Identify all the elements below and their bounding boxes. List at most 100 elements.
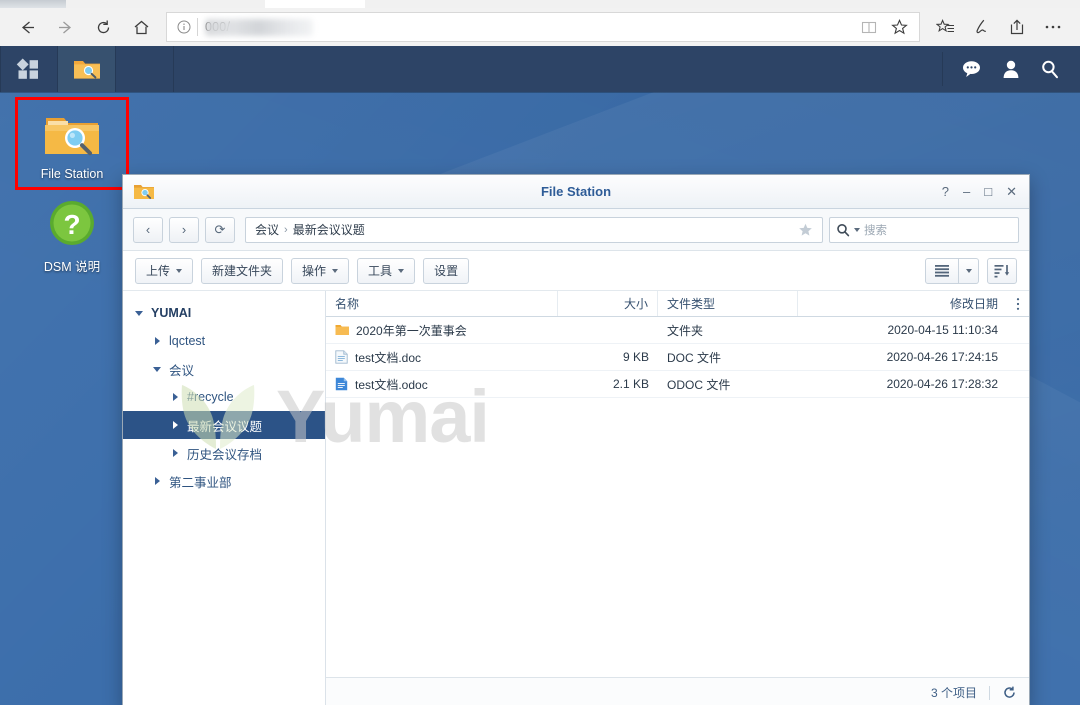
forward-arrow-icon[interactable] (46, 12, 84, 42)
breadcrumb-item-0[interactable]: 会议 (255, 221, 279, 238)
sort-descending-icon (994, 264, 1010, 278)
new-folder-button-label: 新建文件夹 (212, 262, 272, 279)
web-notes-icon[interactable] (964, 12, 998, 42)
table-row[interactable]: test文档.doc 9 KB DOC 文件 2020-04-26 17:24:… (326, 344, 1029, 371)
share-icon[interactable] (1000, 12, 1034, 42)
tree-item-recycle[interactable]: #recycle (123, 383, 325, 411)
column-header-modified[interactable]: 修改日期 (798, 291, 1007, 316)
tree-item-label: 第二事业部 (169, 472, 232, 491)
view-dropdown-button[interactable] (959, 258, 979, 284)
status-divider (989, 686, 990, 700)
refresh-icon[interactable] (1002, 685, 1017, 700)
upload-button-label: 上传 (146, 262, 170, 279)
tree-item-label: lqctest (169, 334, 205, 348)
tree-item-label: 最新会议议题 (187, 416, 262, 435)
tree-item-yumai[interactable]: YUMAI (123, 299, 325, 327)
reading-view-icon[interactable] (855, 14, 883, 40)
navigation-bar: ‹ › ⟳ 会议 › 最新会议议题 搜索 (123, 209, 1029, 251)
browser-tab[interactable] (0, 0, 66, 8)
file-type: 文件夹 (667, 322, 703, 339)
more-options-icon[interactable] (1036, 12, 1070, 42)
chevron-down-icon[interactable] (131, 305, 147, 321)
tree-item-archive[interactable]: 历史会议存档 (123, 439, 325, 467)
info-circle-icon[interactable] (173, 16, 195, 38)
tree-item-label: 会议 (169, 360, 194, 379)
chevron-down-icon (966, 269, 972, 273)
notification-icon[interactable] (961, 59, 982, 79)
folder-search-icon (72, 56, 102, 82)
folder-search-icon (133, 182, 155, 202)
main-menu-button[interactable] (0, 46, 58, 92)
chevron-right-icon[interactable] (149, 473, 165, 489)
search-icon[interactable] (1040, 59, 1060, 79)
tree-item-lqctest[interactable]: lqctest (123, 327, 325, 355)
chevron-down-icon (332, 269, 338, 273)
column-options-icon[interactable] (1007, 291, 1029, 316)
upload-button[interactable]: 上传 (135, 258, 193, 284)
tools-button-label: 工具 (368, 262, 392, 279)
address-divider (197, 18, 198, 36)
favorite-star-icon[interactable] (885, 14, 913, 40)
settings-button[interactable]: 设置 (423, 258, 469, 284)
favorites-hub-icon[interactable] (928, 12, 962, 42)
nav-refresh-button[interactable]: ⟳ (205, 217, 235, 243)
column-header-size[interactable]: 大小 (558, 291, 658, 316)
action-button[interactable]: 操作 (291, 258, 349, 284)
user-icon[interactable] (1002, 59, 1020, 79)
close-button[interactable]: ✕ (1006, 185, 1017, 198)
file-modified: 2020-04-26 17:24:15 (887, 350, 998, 364)
desktop-icon-dsm-help[interactable]: ? DSM 说明 (18, 187, 126, 281)
browser-toolbar-actions (928, 12, 1072, 42)
window-controls: ? – □ ✕ (942, 185, 1021, 198)
tree-item-huiyi[interactable]: 会议 (123, 355, 325, 383)
help-button[interactable]: ? (942, 185, 949, 198)
sort-button[interactable] (987, 258, 1017, 284)
browser-tab-strip[interactable] (0, 0, 1080, 8)
search-placeholder: 搜索 (864, 222, 887, 238)
list-view-button[interactable] (925, 258, 959, 284)
file-list-rows: 2020年第一次董事会 文件夹 2020-04-15 11:10:34 test… (326, 317, 1029, 677)
address-bar[interactable]: 000/ (166, 12, 920, 42)
star-icon[interactable] (792, 218, 818, 242)
table-row[interactable]: test文档.odoc 2.1 KB ODOC 文件 2020-04-26 17… (326, 371, 1029, 398)
maximize-button[interactable]: □ (984, 185, 992, 198)
file-station-window: File Station ? – □ ✕ ‹ › ⟳ 会议 › 最新会议议题 (122, 174, 1030, 705)
chevron-right-icon[interactable] (167, 417, 183, 433)
file-list-header: 名称 大小 文件类型 修改日期 (326, 291, 1029, 317)
tree-item-second-division[interactable]: 第二事业部 (123, 467, 325, 495)
nav-forward-button[interactable]: › (169, 217, 199, 243)
taskbar-item-file-station[interactable] (58, 46, 116, 92)
tools-button[interactable]: 工具 (357, 258, 415, 284)
settings-button-label: 设置 (434, 262, 458, 279)
nav-back-button[interactable]: ‹ (133, 217, 163, 243)
column-header-name[interactable]: 名称 (326, 291, 558, 316)
breadcrumb-item-1[interactable]: 最新会议议题 (293, 221, 365, 238)
column-header-type[interactable]: 文件类型 (658, 291, 798, 316)
list-view-icon (934, 264, 950, 277)
home-icon[interactable] (122, 12, 160, 42)
browser-tab-active[interactable] (265, 0, 365, 8)
desktop-icon-file-station[interactable]: File Station (18, 100, 126, 187)
tree-item-latest-agenda[interactable]: 最新会议议题 (123, 411, 325, 439)
back-arrow-icon[interactable] (8, 12, 46, 42)
folder-search-icon (42, 110, 102, 160)
chevron-down-icon[interactable] (149, 361, 165, 377)
file-modified: 2020-04-26 17:28:32 (887, 377, 998, 391)
desktop-icon-list: File Station ? DSM 说明 (18, 100, 126, 281)
chevron-right-icon[interactable] (167, 389, 183, 405)
address-bar-actions (855, 14, 913, 40)
table-row[interactable]: 2020年第一次董事会 文件夹 2020-04-15 11:10:34 (326, 317, 1029, 344)
new-folder-button[interactable]: 新建文件夹 (201, 258, 283, 284)
window-title-bar[interactable]: File Station ? – □ ✕ (123, 175, 1029, 209)
chevron-right-icon[interactable] (149, 333, 165, 349)
search-input[interactable]: 搜索 (829, 217, 1019, 243)
refresh-icon[interactable] (84, 12, 122, 42)
status-bar: 3 个项目 (326, 677, 1029, 705)
breadcrumb[interactable]: 会议 › 最新会议议题 (245, 217, 823, 243)
chevron-right-icon[interactable] (167, 445, 183, 461)
chevron-down-icon[interactable] (854, 228, 860, 232)
file-name: test文档.odoc (355, 376, 428, 393)
dsm-taskbar (0, 46, 1080, 92)
minimize-button[interactable]: – (963, 185, 970, 198)
folder-tree: YUMAI lqctest 会议 #recycle 最新会议议题 (123, 291, 326, 705)
